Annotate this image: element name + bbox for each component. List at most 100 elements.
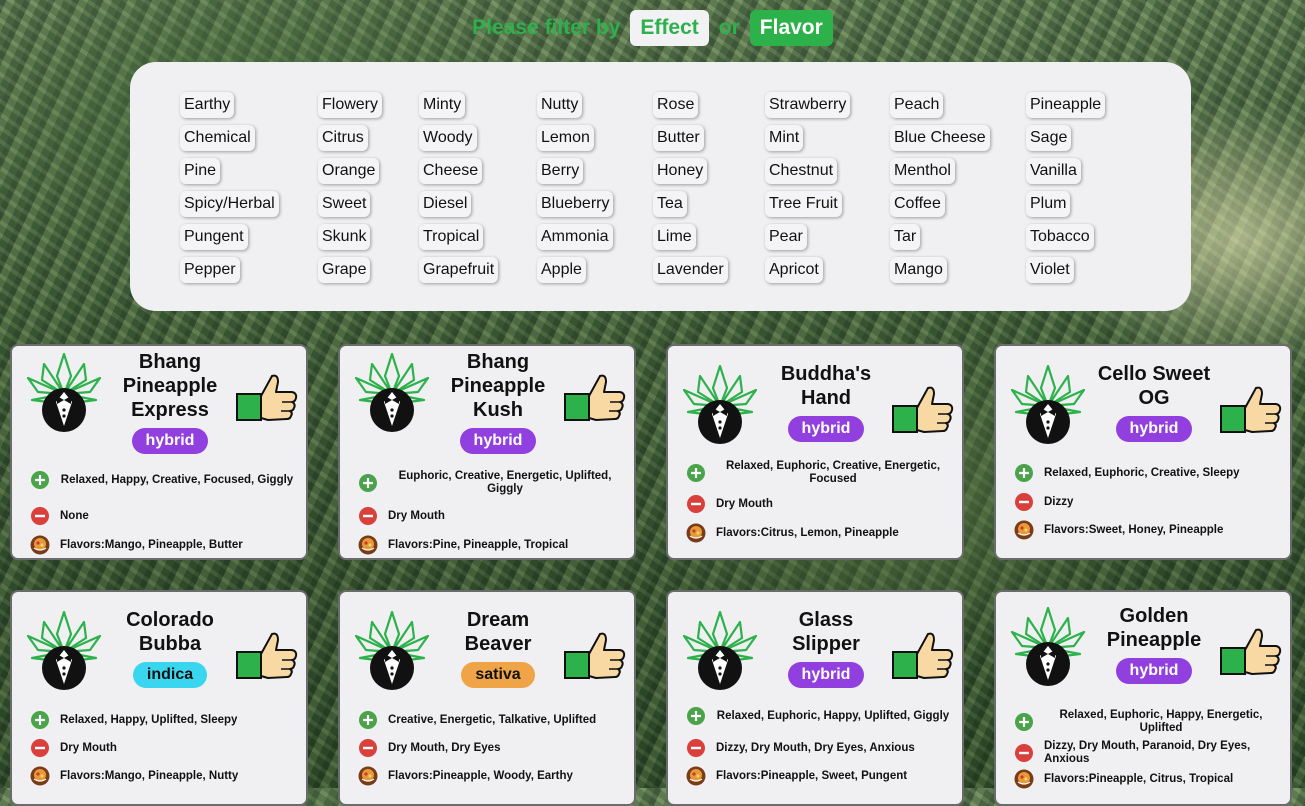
- flavor-chip[interactable]: Diesel: [419, 191, 472, 217]
- minus-circle-icon: [1014, 743, 1034, 763]
- cannabis-leaf-tuxedo-icon: [680, 608, 760, 694]
- flavor-chip[interactable]: Honey: [653, 158, 708, 184]
- flavor-chip[interactable]: Spicy/Herbal: [180, 191, 279, 217]
- negative-effects-row: Dry Mouth, Dry Eyes: [358, 738, 622, 758]
- negative-effects: Dry Mouth: [60, 741, 117, 754]
- flavor-bowl-icon: [30, 766, 50, 786]
- filter-or-label: or: [718, 16, 740, 39]
- flavor-chip[interactable]: Sage: [1026, 125, 1072, 151]
- flavor-chip[interactable]: Flowery: [318, 92, 383, 118]
- flavor-chip[interactable]: Berry: [537, 158, 584, 184]
- flavor-chip[interactable]: Earthy: [180, 92, 235, 118]
- flavor-chip[interactable]: Peach: [890, 92, 944, 118]
- flavor-chip[interactable]: Citrus: [318, 125, 368, 151]
- flavor-chip[interactable]: Ammonia: [537, 224, 613, 250]
- thumbs-up-icon[interactable]: [892, 386, 954, 434]
- flavor-chip[interactable]: Pepper: [180, 257, 240, 283]
- flavor-chip[interactable]: Sweet: [318, 191, 371, 217]
- negative-effects-row: Dry Mouth: [686, 494, 950, 514]
- flavor-chip[interactable]: Cheese: [419, 158, 483, 184]
- flavor-chip[interactable]: Grape: [318, 257, 371, 283]
- flavor-chip[interactable]: Tree Fruit: [765, 191, 842, 217]
- strain-type-badge: hybrid: [459, 428, 537, 454]
- strain-type-badge: hybrid: [131, 428, 209, 454]
- flavor-bowl-icon: [358, 766, 378, 786]
- flavor-chip[interactable]: Vanilla: [1026, 158, 1081, 184]
- positive-effects: Creative, Energetic, Talkative, Uplifted: [388, 713, 597, 726]
- negative-effects: Dizzy: [1044, 495, 1074, 508]
- plus-circle-icon: [30, 470, 50, 490]
- flavor-chip[interactable]: Plum: [1026, 191, 1071, 217]
- thumbs-up-icon[interactable]: [1220, 628, 1282, 676]
- flavor-chip[interactable]: Pine: [180, 158, 221, 184]
- flavor-chip[interactable]: Coffee: [890, 191, 945, 217]
- flavors-row: Flavors:Citrus, Lemon, Pineapple: [686, 523, 950, 543]
- flavor-chip[interactable]: Mango: [890, 257, 947, 283]
- strain-card[interactable]: Colorado Bubba indica Relaxed, Happy, Up…: [10, 590, 308, 806]
- flavor-chip[interactable]: Chestnut: [765, 158, 838, 184]
- flavor-chip[interactable]: Mint: [765, 125, 804, 151]
- positive-effects-row: Relaxed, Happy, Uplifted, Sleepy: [30, 710, 294, 730]
- flavor-chip[interactable]: Apricot: [765, 257, 823, 283]
- flavor-chip[interactable]: Apple: [537, 257, 586, 283]
- positive-effects: Relaxed, Euphoric, Creative, Sleepy: [1044, 466, 1240, 479]
- strain-card[interactable]: Bhang Pineapple Express hybrid Relaxed, …: [10, 344, 308, 560]
- flavor-chip[interactable]: Tobacco: [1026, 224, 1094, 250]
- flavor-chip[interactable]: Minty: [419, 92, 466, 118]
- thumbs-up-icon[interactable]: [1220, 386, 1282, 434]
- strain-header: Bhang Pineapple Kush hybrid: [436, 350, 560, 454]
- plus-circle-icon: [686, 706, 706, 726]
- minus-circle-icon: [358, 506, 378, 526]
- effect-filter-button[interactable]: Effect: [630, 10, 709, 46]
- flavor-chip[interactable]: Grapefruit: [419, 257, 499, 283]
- flavor-chip[interactable]: Chemical: [180, 125, 255, 151]
- flavor-chip[interactable]: Lime: [653, 224, 696, 250]
- strain-card[interactable]: Golden Pineapple hybrid Relaxed, Euphori…: [994, 590, 1292, 806]
- positive-effects-row: Relaxed, Euphoric, Happy, Energetic, Upl…: [1014, 709, 1278, 735]
- flavors-row: Flavors:Pineapple, Sweet, Pungent: [686, 766, 950, 786]
- strain-type-badge: hybrid: [787, 662, 865, 688]
- thumbs-up-icon[interactable]: [564, 632, 626, 680]
- strain-header: Dream Beaver sativa: [436, 608, 560, 688]
- positive-effects-row: Relaxed, Euphoric, Creative, Sleepy: [1014, 463, 1278, 483]
- flavor-chip[interactable]: Butter: [653, 125, 704, 151]
- flavor-chip[interactable]: Rose: [653, 92, 699, 118]
- flavor-chip[interactable]: Tropical: [419, 224, 484, 250]
- strain-card[interactable]: Bhang Pineapple Kush hybrid Euphoric, Cr…: [338, 344, 636, 560]
- plus-circle-icon: [1014, 463, 1034, 483]
- flavor-filter-button[interactable]: Flavor: [749, 10, 833, 46]
- cannabis-leaf-tuxedo-icon: [352, 350, 432, 436]
- flavor-chip[interactable]: Strawberry: [765, 92, 851, 118]
- filter-header: Please filter by Effect or Flavor: [0, 10, 1305, 46]
- flavor-chip[interactable]: Skunk: [318, 224, 371, 250]
- flavor-chip[interactable]: Pear: [765, 224, 807, 250]
- thumbs-up-icon[interactable]: [564, 374, 626, 422]
- thumbs-up-icon[interactable]: [892, 632, 954, 680]
- strain-name: Glass Slipper: [792, 609, 860, 655]
- flavor-chip[interactable]: Blueberry: [537, 191, 614, 217]
- flavor-chip[interactable]: Tar: [890, 224, 921, 250]
- flavor-chip[interactable]: Pineapple: [1026, 92, 1106, 118]
- strain-card[interactable]: Cello Sweet OG hybrid Relaxed, Euphoric,…: [994, 344, 1292, 560]
- flavor-chip[interactable]: Orange: [318, 158, 380, 184]
- flavor-chip[interactable]: Lemon: [537, 125, 594, 151]
- flavor-chip[interactable]: Menthol: [890, 158, 955, 184]
- minus-circle-icon: [686, 738, 706, 758]
- flavor-chip[interactable]: Lavender: [653, 257, 728, 283]
- strain-card[interactable]: Glass Slipper hybrid Relaxed, Euphoric, …: [666, 590, 964, 806]
- flavor-chip[interactable]: Nutty: [537, 92, 583, 118]
- strain-flavors: Flavors:Pineapple, Woody, Earthy: [388, 769, 573, 782]
- thumbs-up-icon[interactable]: [236, 374, 298, 422]
- flavor-chip[interactable]: Violet: [1026, 257, 1074, 283]
- flavor-chip[interactable]: Pungent: [180, 224, 248, 250]
- flavor-chip[interactable]: Tea: [653, 191, 687, 217]
- plus-circle-icon: [358, 710, 378, 730]
- strain-header: Glass Slipper hybrid: [764, 608, 888, 688]
- thumbs-up-icon[interactable]: [236, 632, 298, 680]
- strain-card[interactable]: Buddha's Hand hybrid Relaxed, Euphoric, …: [666, 344, 964, 560]
- flavor-chip[interactable]: Blue Cheese: [890, 125, 990, 151]
- flavor-chip[interactable]: Woody: [419, 125, 477, 151]
- strain-card[interactable]: Dream Beaver sativa Creative, Energetic,…: [338, 590, 636, 806]
- negative-effects: None: [60, 509, 89, 522]
- strain-name: Cello Sweet OG: [1097, 363, 1211, 409]
